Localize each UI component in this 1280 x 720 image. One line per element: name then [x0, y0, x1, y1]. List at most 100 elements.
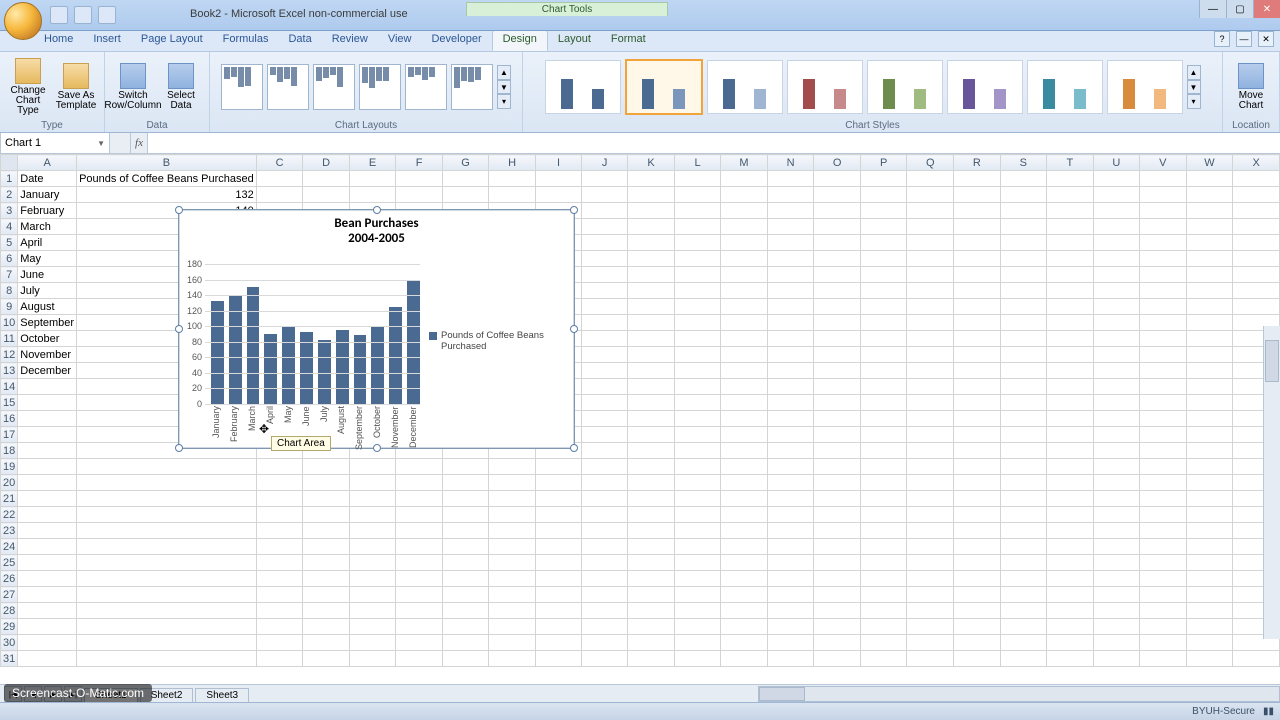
cell[interactable] [814, 491, 861, 507]
tab-view[interactable]: View [378, 31, 422, 51]
cell[interactable] [1233, 187, 1280, 203]
cell[interactable] [535, 539, 581, 555]
cell[interactable] [1140, 219, 1186, 235]
cell[interactable] [582, 523, 628, 539]
cell[interactable] [721, 283, 768, 299]
cell[interactable] [628, 507, 674, 523]
cell[interactable] [582, 459, 628, 475]
cell[interactable] [1186, 555, 1233, 571]
cell[interactable] [767, 395, 814, 411]
cell[interactable] [535, 171, 581, 187]
cell[interactable] [1140, 475, 1186, 491]
row-header[interactable]: 8 [1, 283, 18, 299]
cell[interactable] [860, 203, 906, 219]
column-header[interactable]: T [1047, 155, 1093, 171]
cell[interactable] [628, 363, 674, 379]
gallery-scroll-button[interactable]: ▾ [1187, 94, 1201, 109]
cell[interactable] [814, 395, 861, 411]
cell[interactable] [907, 315, 954, 331]
cell[interactable] [907, 203, 954, 219]
cell[interactable] [1000, 331, 1046, 347]
cell[interactable] [1186, 219, 1233, 235]
cell[interactable] [721, 251, 768, 267]
tab-developer[interactable]: Developer [421, 31, 491, 51]
cell[interactable] [489, 587, 536, 603]
cell[interactable] [767, 443, 814, 459]
cell[interactable] [396, 619, 442, 635]
cell[interactable] [814, 443, 861, 459]
cell[interactable] [349, 635, 395, 651]
cell[interactable] [1140, 347, 1186, 363]
cell[interactable]: 132 [77, 187, 257, 203]
row-header[interactable]: 26 [1, 571, 18, 587]
cell[interactable] [1000, 603, 1046, 619]
cell[interactable] [674, 475, 720, 491]
row-header[interactable]: 12 [1, 347, 18, 363]
cell[interactable] [1186, 299, 1233, 315]
row-header[interactable]: 23 [1, 523, 18, 539]
row-header[interactable]: 28 [1, 603, 18, 619]
office-orb-button[interactable] [4, 2, 42, 40]
cell[interactable] [954, 283, 1001, 299]
cell[interactable] [489, 571, 536, 587]
gallery-scroll-button[interactable]: ▼ [1187, 80, 1201, 95]
chart-style-thumb[interactable] [867, 60, 943, 114]
save-as-template-button[interactable]: Save As Template [54, 63, 98, 111]
cell[interactable] [1140, 571, 1186, 587]
cell[interactable] [767, 507, 814, 523]
cell[interactable] [1233, 219, 1280, 235]
cell[interactable] [1186, 635, 1233, 651]
cell[interactable] [628, 331, 674, 347]
cell[interactable] [767, 267, 814, 283]
cell[interactable] [582, 219, 628, 235]
cell[interactable] [1233, 267, 1280, 283]
cell[interactable] [1140, 379, 1186, 395]
cell[interactable] [721, 395, 768, 411]
cell[interactable] [674, 299, 720, 315]
cell[interactable] [860, 347, 906, 363]
cell[interactable] [1186, 443, 1233, 459]
cell[interactable] [767, 299, 814, 315]
cell[interactable] [1000, 619, 1046, 635]
cell[interactable] [628, 635, 674, 651]
cell[interactable] [1140, 171, 1186, 187]
cell[interactable] [954, 363, 1001, 379]
cell[interactable] [767, 603, 814, 619]
cell[interactable] [256, 555, 303, 571]
cell[interactable] [256, 651, 303, 667]
cell[interactable] [256, 171, 303, 187]
cell[interactable] [77, 491, 257, 507]
cell[interactable] [721, 603, 768, 619]
cell[interactable] [954, 235, 1001, 251]
cell[interactable] [1093, 619, 1140, 635]
cell[interactable] [349, 651, 395, 667]
cell[interactable] [442, 635, 489, 651]
cell[interactable] [582, 235, 628, 251]
cell[interactable] [767, 219, 814, 235]
cell[interactable] [1047, 475, 1093, 491]
cell[interactable] [1233, 171, 1280, 187]
cell[interactable] [1093, 315, 1140, 331]
cell[interactable] [489, 507, 536, 523]
cell[interactable] [396, 571, 442, 587]
cell[interactable] [1047, 443, 1093, 459]
cell[interactable] [1140, 555, 1186, 571]
cell[interactable] [489, 171, 536, 187]
cell[interactable] [1047, 571, 1093, 587]
cell[interactable] [77, 635, 257, 651]
cell[interactable] [860, 555, 906, 571]
cell[interactable] [1047, 603, 1093, 619]
cell[interactable] [628, 171, 674, 187]
cell[interactable] [349, 539, 395, 555]
cell[interactable] [860, 251, 906, 267]
column-header[interactable]: X [1233, 155, 1280, 171]
cell[interactable] [303, 507, 350, 523]
cell[interactable] [303, 571, 350, 587]
cell[interactable] [303, 603, 350, 619]
cell[interactable] [1140, 619, 1186, 635]
cell[interactable] [907, 395, 954, 411]
resize-handle[interactable] [373, 206, 381, 214]
tab-page-layout[interactable]: Page Layout [131, 31, 213, 51]
cell[interactable] [1000, 635, 1046, 651]
cell[interactable] [1140, 443, 1186, 459]
